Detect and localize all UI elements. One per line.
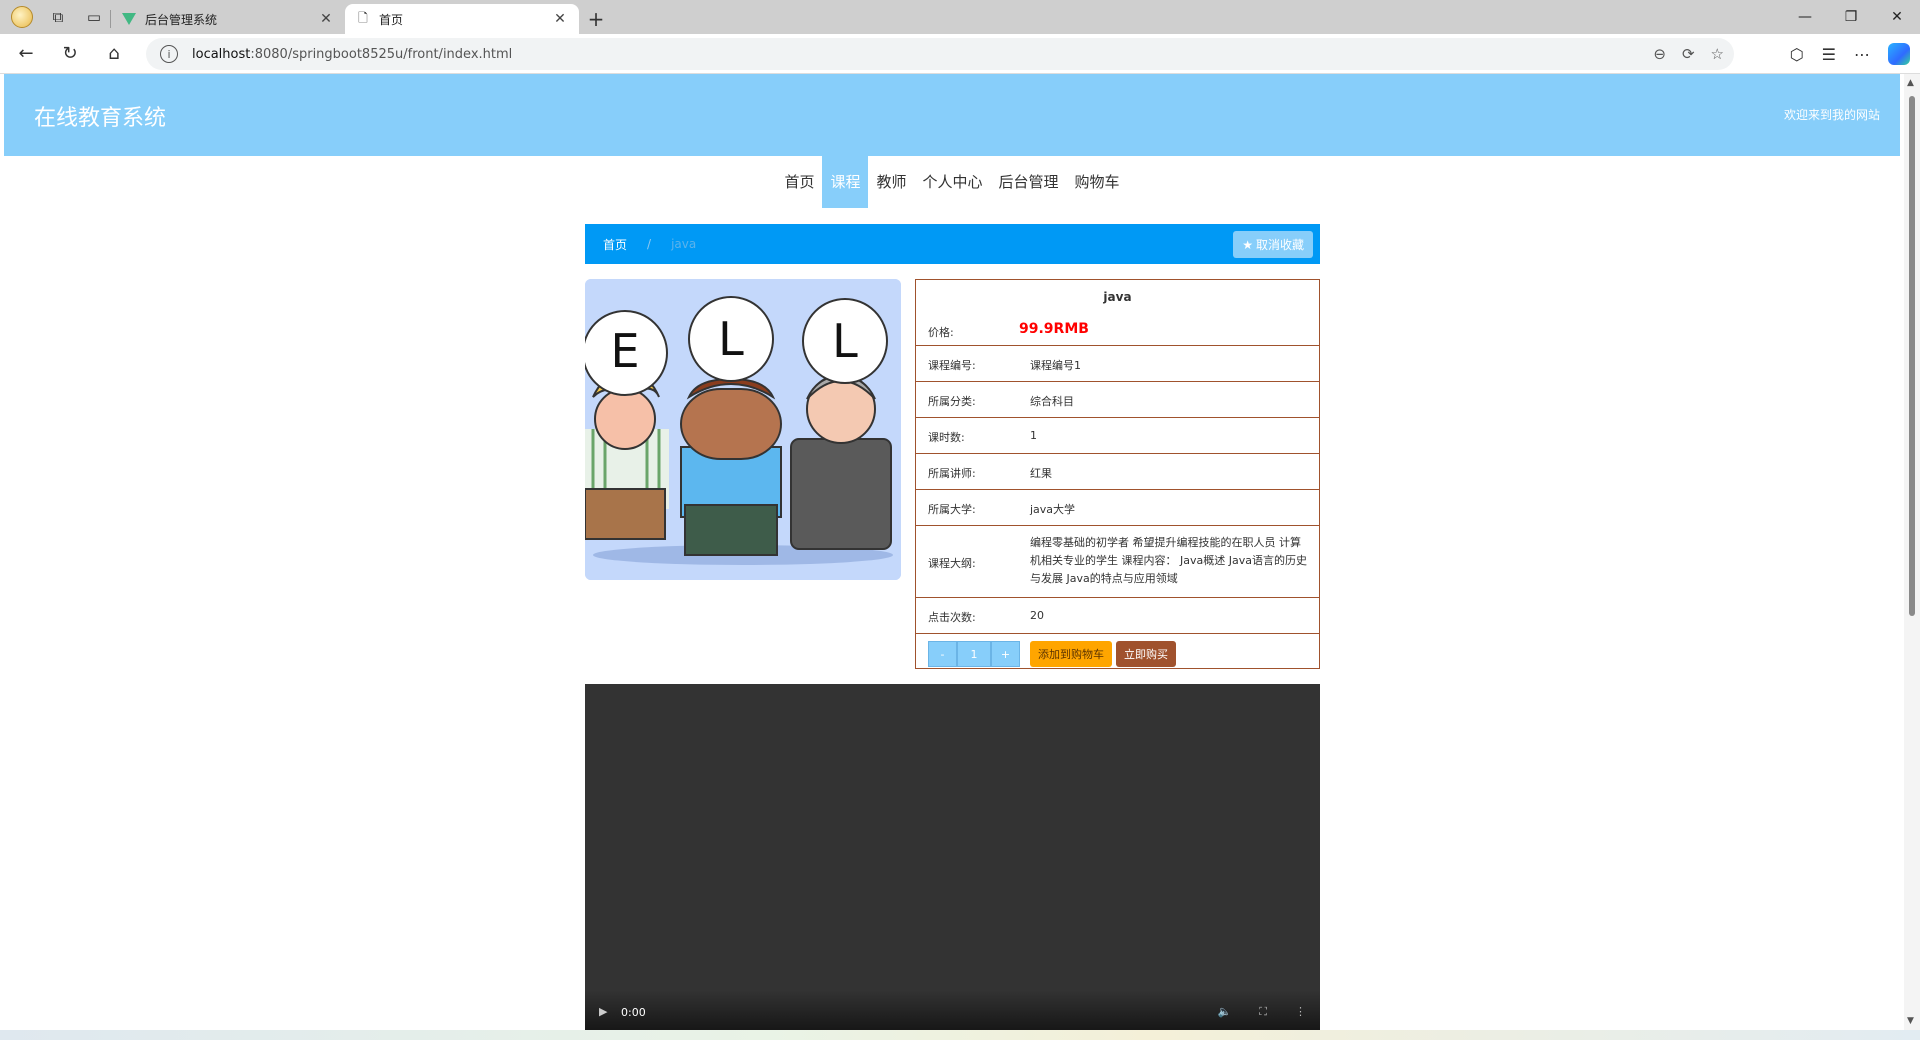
tab-title: 后台管理系统 [145,12,218,27]
favorite-star-icon[interactable]: ☆ [1711,45,1724,63]
video-more-icon[interactable]: ⋮ [1295,1005,1306,1019]
site-info-icon[interactable]: i [160,45,178,63]
breadcrumb: 首页 / java ★ 取消收藏 [585,224,1320,264]
back-icon[interactable]: ← [8,38,44,70]
quantity-decrease-button[interactable]: - [928,641,957,667]
buy-now-button[interactable]: 立即购买 [1116,641,1176,667]
play-icon[interactable]: ▶ [599,1005,607,1018]
course-image: E L L [585,279,901,580]
video-player[interactable]: ▶ 0:00 🔈 ⛶ ⋮ [585,684,1320,1030]
address-bar[interactable]: i localhost:8080/springboot8525u/front/i… [146,38,1734,70]
nav-item-cart[interactable]: 购物车 [1067,156,1128,208]
action-row: - 1 + 添加到购物车 立即购买 [916,634,1319,668]
welcome-text: 欢迎来到我的网站 [1783,108,1880,122]
copilot-icon[interactable] [1888,43,1910,65]
star-icon: ★ [1242,237,1253,252]
browser-toolbar: ← ↻ ⌂ i localhost:8080/springboot8525u/f… [0,34,1920,74]
video-time: 0:00 [621,1006,646,1019]
zoom-icon[interactable]: ⊖ [1653,45,1666,63]
favorites-icon[interactable]: ☰ [1822,45,1836,64]
main-nav: 首页 课程 教师 个人中心 后台管理 购物车 [0,156,1904,208]
page-content: 在线教育系统 欢迎来到我的网站 首页 课程 教师 个人中心 后台管理 购物车 首… [0,74,1920,1030]
fullscreen-icon[interactable]: ⛶ [1259,1005,1267,1019]
add-to-cart-button[interactable]: 添加到购物车 [1030,641,1112,667]
breadcrumb-current: java [671,237,697,251]
course-header-row: java 价格: 99.9RMB [916,280,1319,346]
video-controls: ▶ 0:00 🔈 ⛶ ⋮ [585,990,1320,1030]
nav-item-admin[interactable]: 后台管理 [991,156,1067,208]
refresh-translate-icon[interactable]: ⟳ [1682,45,1695,63]
restore-icon[interactable]: ❐ [1828,0,1874,34]
url-text[interactable]: localhost:8080/springboot8525u/front/ind… [192,47,512,62]
close-tab-icon[interactable]: ✕ [551,11,569,27]
browser-tab-bar: ⧉ ▭ 后台管理系统 ✕ 🗋 首页 ✕ + — ❐ ✕ [0,0,1920,34]
price-label: 价格: [928,326,954,339]
scroll-up-icon[interactable]: ▲ [1907,78,1914,88]
info-row-outline: 课程大纲: 编程零基础的初学者 希望提升编程技能的在职人员 计算机相关专业的学生… [916,526,1319,598]
info-row-university: 所属大学: java大学 [916,490,1319,526]
page-scrollbar[interactable]: ▲ ▼ [1904,74,1920,1030]
info-row-course-code: 课程编号: 课程编号1 [916,346,1319,382]
vue-favicon-icon [121,11,137,27]
extensions-icon[interactable]: ⬡ [1790,45,1804,64]
breadcrumb-separator: / [647,237,652,251]
taskbar-strip [0,1030,1920,1040]
scrollbar-thumb[interactable] [1909,96,1915,616]
quantity-input[interactable]: 1 [957,641,991,667]
workspaces-icon[interactable]: ⧉ [42,3,74,31]
volume-icon[interactable]: 🔈 [1218,1005,1232,1019]
image-letter-1: E [610,324,639,378]
unfavorite-button[interactable]: ★ 取消收藏 [1233,231,1313,258]
course-outline: 编程零基础的初学者 希望提升编程技能的在职人员 计算机相关专业的学生 课程内容：… [1030,536,1307,585]
site-title: 在线教育系统 [34,106,167,131]
nav-item-profile[interactable]: 个人中心 [915,156,991,208]
profile-avatar-icon[interactable] [6,3,38,31]
course-name: java [1103,290,1132,304]
info-row-hours: 课时数: 1 [916,418,1319,454]
new-tab-icon[interactable]: + [579,4,613,34]
info-row-teacher: 所属讲师: 红果 [916,454,1319,490]
course-illustration: E L L [585,279,901,580]
quantity-increase-button[interactable]: + [991,641,1020,667]
tab-title: 首页 [379,12,404,27]
image-letter-3: L [832,314,858,368]
tab-actions-icon[interactable]: ▭ [78,3,110,31]
image-letter-2: L [718,312,744,366]
site-header: 在线教育系统 欢迎来到我的网站 [4,74,1900,156]
reload-icon[interactable]: ↻ [52,38,88,70]
nav-item-teachers[interactable]: 教师 [868,156,914,208]
quantity-stepper: - 1 + [928,641,1020,667]
breadcrumb-home[interactable]: 首页 [603,236,627,253]
nav-item-courses[interactable]: 课程 [822,156,869,208]
course-info-panel: java 价格: 99.9RMB 课程编号: 课程编号1 所属分类: 综合科目 … [915,279,1320,669]
more-menu-icon[interactable]: ⋯ [1854,45,1870,64]
browser-tab-admin[interactable]: 后台管理系统 ✕ [111,4,345,34]
home-icon[interactable]: ⌂ [96,38,132,70]
info-row-category: 所属分类: 综合科目 [916,382,1319,418]
scroll-down-icon[interactable]: ▼ [1907,1016,1914,1026]
course-price: 99.9RMB [1019,321,1089,337]
nav-item-home[interactable]: 首页 [776,156,822,208]
info-row-clicks: 点击次数: 20 [916,598,1319,634]
page-favicon-icon: 🗋 [358,10,368,25]
close-window-icon[interactable]: ✕ [1874,0,1920,34]
minimize-icon[interactable]: — [1782,0,1828,34]
browser-tab-home[interactable]: 🗋 首页 ✕ [345,4,579,34]
close-tab-icon[interactable]: ✕ [317,11,335,27]
